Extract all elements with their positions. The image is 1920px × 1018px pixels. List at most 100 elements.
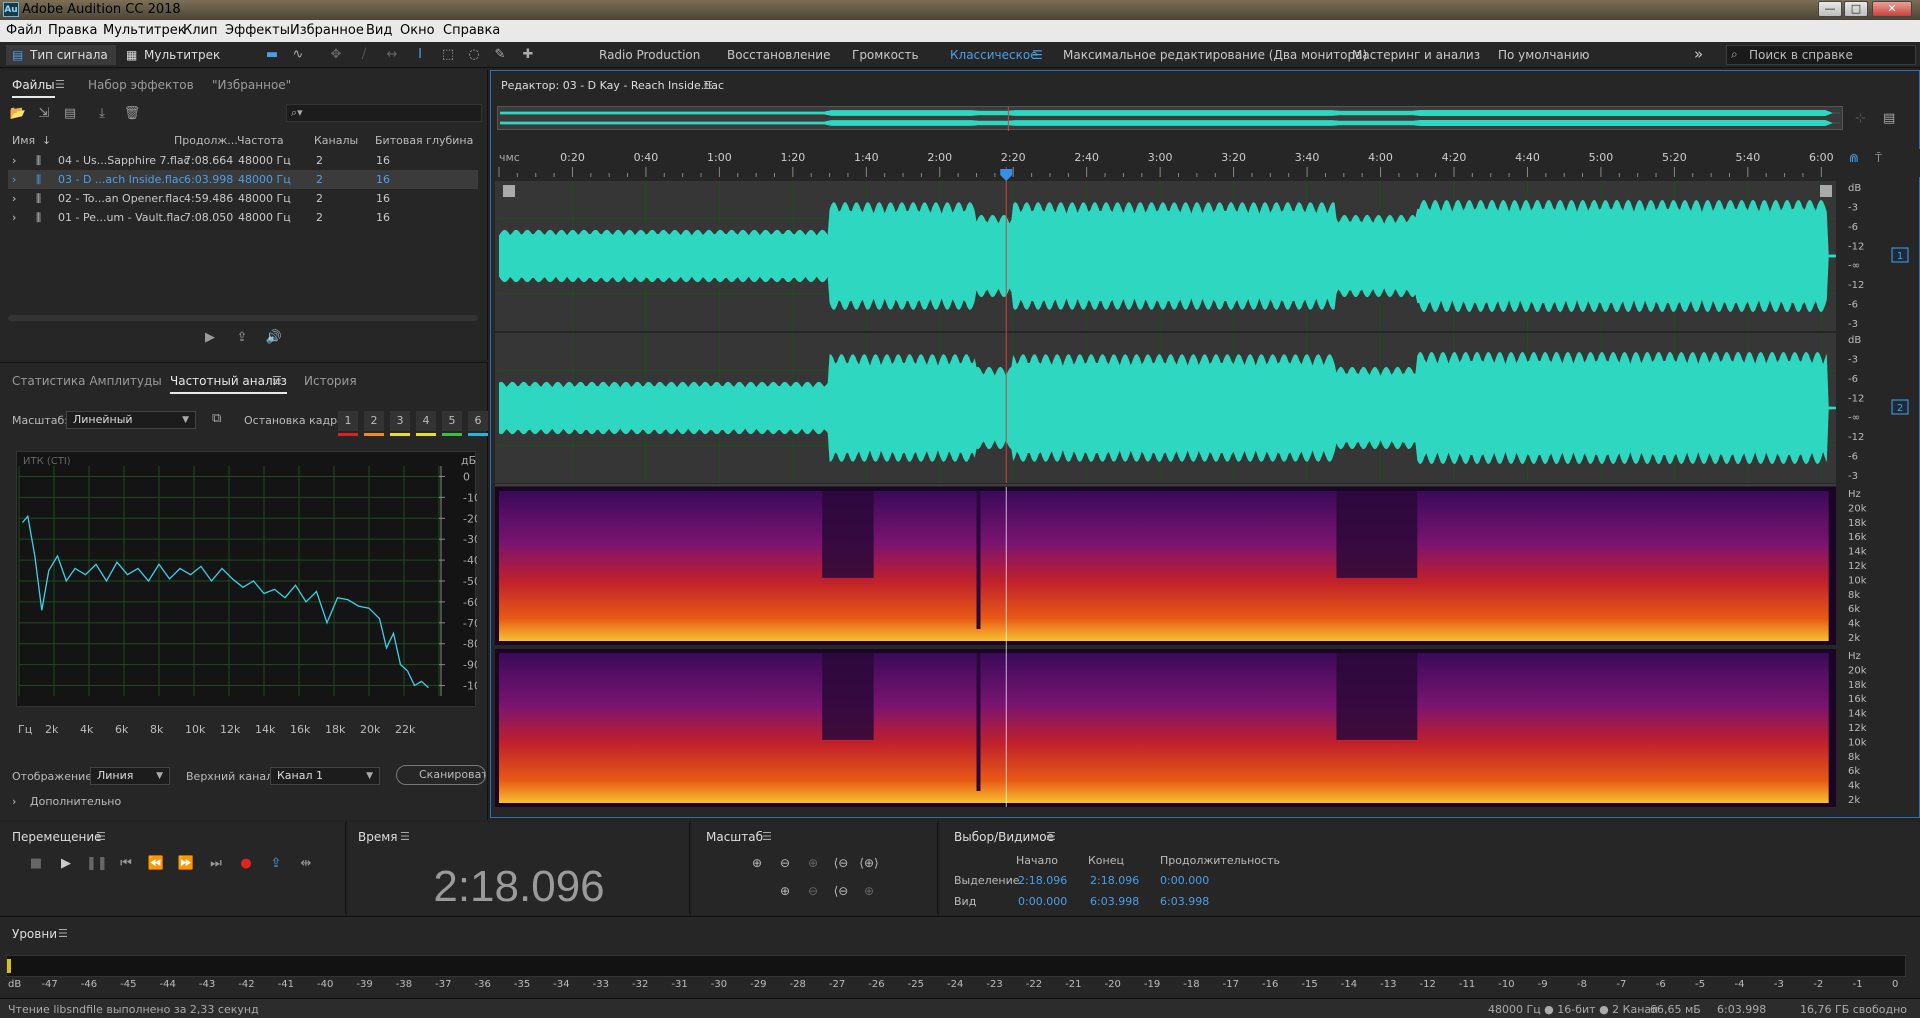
brush-tool-icon[interactable]: ✎ [492, 47, 508, 63]
snap-icon[interactable]: ⋒ [1849, 151, 1859, 165]
freeze-slot-button[interactable]: 3 [390, 411, 410, 436]
spectral-channel[interactable]: Hz 20k 18k 16k 14k 12k 10k 8k 6k 4k 2k [495, 649, 1867, 807]
chevron-right-icon[interactable]: › [12, 154, 16, 167]
waveform-channel[interactable]: dB -3 -6 -12 -∞ -12 -6 -3 2 [495, 333, 1909, 483]
zoom-to-playhead-icon[interactable]: ⟨⊖ [830, 884, 852, 904]
waveform-mode-button[interactable]: ▤ Тип сигнала [6, 45, 116, 65]
menu-window[interactable]: Окно [400, 23, 435, 38]
scan-button[interactable]: Сканировать [396, 765, 486, 785]
zoom-in-time-icon[interactable]: ⊕ [802, 856, 824, 876]
col-channels[interactable]: Каналы [314, 134, 358, 147]
slip-tool-icon[interactable]: ↔ [384, 47, 400, 63]
file-row[interactable]: › ⫼ 03 - D ...ach Inside.flac 6:03.998 48000… [8, 170, 478, 189]
menu-edit[interactable]: Правка [48, 23, 97, 38]
overview-bar[interactable] [497, 106, 1843, 131]
open-file-icon[interactable]: 📂 [8, 106, 28, 121]
tab-favorites[interactable]: "Избранное" [212, 78, 291, 92]
freeze-slot-button[interactable]: 5 [442, 411, 462, 436]
loop-icon[interactable]: ⇪ [266, 856, 286, 871]
workspace-mastering[interactable]: Мастеринг и анализ [1352, 48, 1480, 62]
zoom-out-amplitude-icon[interactable]: ⊖ [774, 856, 796, 876]
close-button[interactable]: ✕ [1872, 1, 1912, 17]
multitrack-mode-button[interactable]: ▦ Мультитрек [120, 45, 220, 65]
marquee-tool-icon[interactable]: ⬚ [440, 47, 456, 63]
spectral-channel[interactable]: Hz 20k 18k 16k 14k 12k 10k 8k 6k 4k 2k [495, 487, 1867, 645]
file-row[interactable]: › ⫼ 04 - Us...Sapphire 7.flac 7:08.664 48000… [8, 151, 478, 170]
zoom-out-frequency-icon[interactable]: ⊖ [802, 884, 824, 904]
freeze-slot-button[interactable]: 6 [468, 411, 488, 436]
zoom-nav-icon[interactable]: ⊹ [1855, 111, 1866, 126]
tab-effects-rack[interactable]: Набор эффектов [88, 78, 194, 92]
pause-icon[interactable]: ❚❚ [86, 856, 108, 871]
time-ruler[interactable]: чмс 0:20 0:40 1:00 1:20 1:40 2:00 2:20 2:40 3:00 3… [491, 149, 1920, 177]
chevron-right-icon[interactable]: › [12, 192, 16, 205]
view-end[interactable]: 6:03.998 [1090, 895, 1139, 908]
levels-menu-icon[interactable]: ☰ [58, 927, 68, 940]
menu-effects[interactable]: Эффекты [225, 23, 290, 38]
display-select[interactable]: Линия ▼ [90, 767, 170, 785]
resize-handle-icon[interactable] [503, 185, 515, 197]
chevron-right-icon[interactable]: › [12, 795, 16, 808]
record-icon[interactable]: ● [236, 856, 256, 871]
zoom-selection-icon[interactable]: ⟨⊕⟩ [858, 856, 880, 876]
chevron-right-icon[interactable]: › [12, 211, 16, 224]
file-row[interactable]: › ⫼ 02 - To...an Opener.flac 4:59.486 48000 … [8, 189, 478, 208]
workspace-restoration[interactable]: Восстановление [727, 48, 830, 62]
chevron-right-icon[interactable]: › [12, 173, 16, 186]
col-duration[interactable]: Продолж... [174, 134, 238, 147]
advanced-toggle[interactable]: Дополнительно [30, 795, 121, 808]
marker-pin-icon[interactable]: ⍑ [1875, 151, 1882, 166]
workspace-loudness[interactable]: Громкость [852, 48, 919, 62]
menu-favorites[interactable]: Избранное [290, 23, 364, 38]
time-display[interactable]: 2:18.096 [348, 862, 690, 912]
menu-help[interactable]: Справка [443, 23, 500, 38]
zoom-in-frequency-icon[interactable]: ⊕ [774, 884, 796, 904]
workspace-menu-icon[interactable]: ☰ [1032, 48, 1043, 62]
selection-end[interactable]: 2:18.096 [1090, 874, 1139, 887]
view-start[interactable]: 0:00.000 [1018, 895, 1067, 908]
zoom-menu-icon[interactable]: ☰ [762, 830, 772, 843]
go-end-icon[interactable]: ⏭ [206, 856, 226, 871]
more-workspaces-button[interactable]: » [1694, 45, 1703, 63]
import-file-icon[interactable]: ⇲ [34, 106, 54, 121]
tab-amplitude-stats[interactable]: Статистика Амплитуды [12, 374, 162, 388]
time-menu-icon[interactable]: ☰ [400, 830, 410, 843]
capture-frame-icon[interactable]: ⧉ [212, 411, 221, 426]
file-row[interactable]: › ⫼ 01 - Pe...um - Vault.flac 7:08.050 48000… [8, 208, 478, 227]
files-menu-icon[interactable]: ☰ [55, 78, 65, 91]
playhead-handle[interactable] [1000, 169, 1013, 181]
selection-start[interactable]: 2:18.096 [1018, 874, 1067, 887]
overview-toggle-icon[interactable]: ▤ [1883, 111, 1895, 126]
selection-menu-icon[interactable]: ☰ [1046, 830, 1056, 843]
show-waveform-icon[interactable]: ▬ [264, 47, 280, 63]
freeze-slot-button[interactable]: 1 [338, 411, 358, 436]
editor-menu-icon[interactable]: ☰ [703, 79, 713, 92]
healing-tool-icon[interactable]: ✚ [520, 47, 536, 63]
view-duration[interactable]: 6:03.998 [1160, 895, 1209, 908]
resize-handle-icon[interactable] [1820, 185, 1832, 197]
move-tool-icon[interactable]: ✥ [328, 47, 344, 63]
stop-icon[interactable]: ■ [26, 856, 46, 871]
tab-files[interactable]: Файлы [12, 78, 55, 98]
workspace-radio-production[interactable]: Radio Production [599, 48, 700, 62]
minimize-button[interactable]: — [1818, 1, 1842, 17]
analysis-menu-icon[interactable]: ☰ [272, 374, 282, 387]
time-selection-tool-icon[interactable]: I [412, 47, 428, 63]
col-rate[interactable]: Частота [237, 134, 284, 147]
workspace-default[interactable]: По умолчанию [1498, 48, 1590, 62]
transport-menu-icon[interactable]: ☰ [96, 830, 106, 843]
lasso-tool-icon[interactable]: ◌ [466, 47, 482, 63]
menu-view[interactable]: Вид [366, 23, 392, 38]
menu-file[interactable]: Файл [6, 23, 42, 38]
help-search-input[interactable]: Поиск в справке [1726, 45, 1916, 65]
tab-frequency-analysis[interactable]: Частотный анализ [170, 374, 287, 394]
col-depth[interactable]: Битовая глубина [375, 134, 473, 147]
workspace-max-editing[interactable]: Максимальное редактирование (Два монитор… [1063, 48, 1367, 62]
play-icon[interactable]: ▶ [56, 856, 76, 871]
menu-clip[interactable]: Клип [183, 23, 218, 38]
col-name[interactable]: Имя [12, 134, 35, 147]
waveform-channel[interactable]: dB -3 -6 -12 -∞ -12 -6 -3 1 [495, 181, 1909, 331]
go-start-icon[interactable]: ⏮ [116, 856, 136, 871]
tab-history[interactable]: История [304, 374, 357, 388]
top-channel-select[interactable]: Канал 1 ▼ [270, 767, 380, 785]
